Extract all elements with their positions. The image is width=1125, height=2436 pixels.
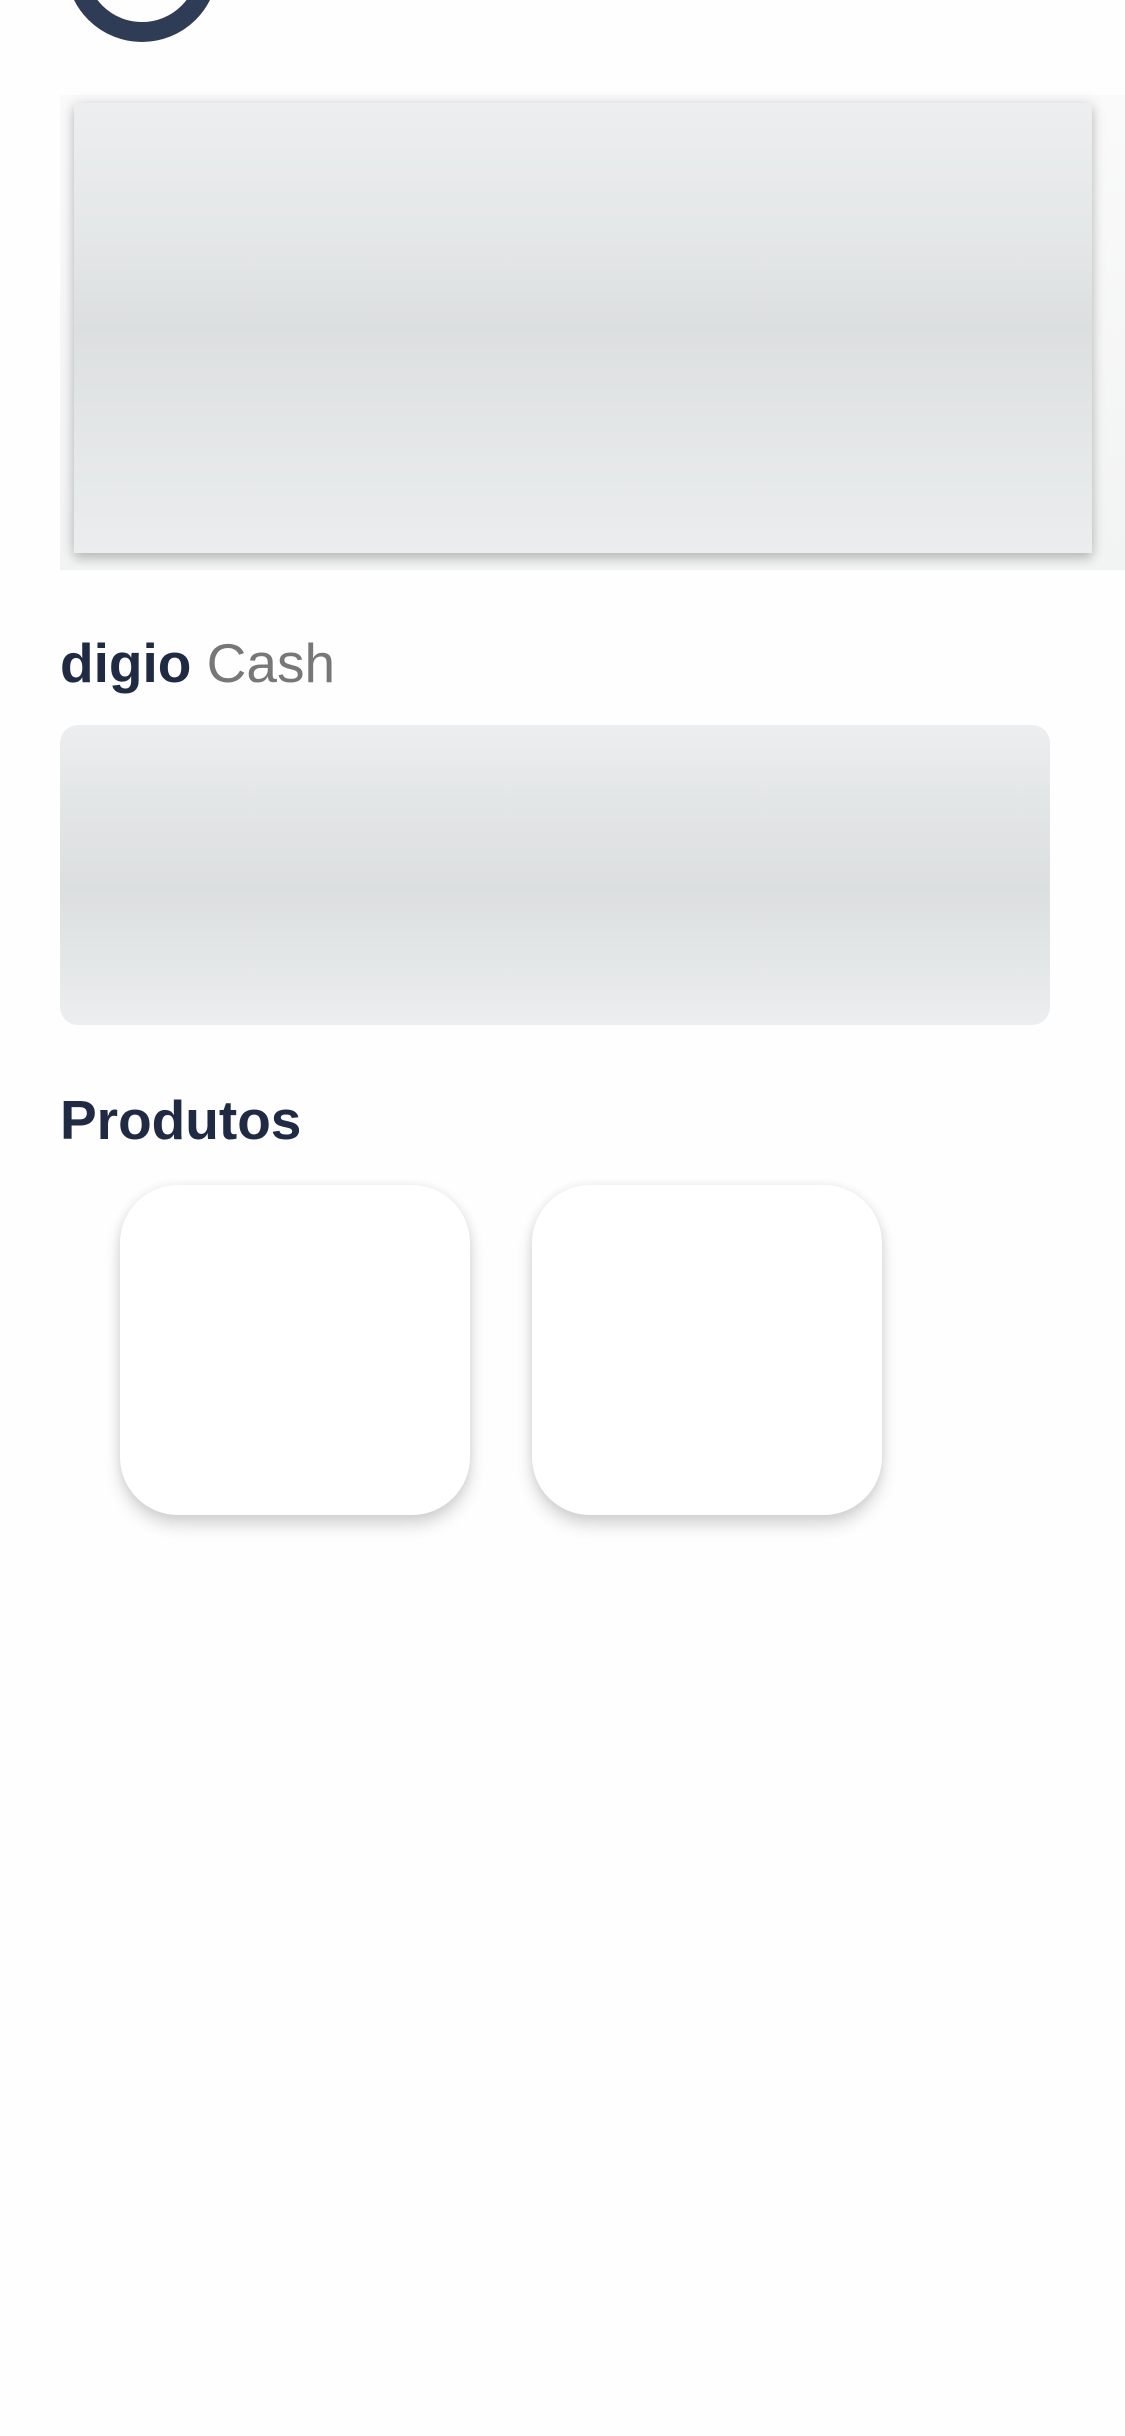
cash-brand-label: digio [60,632,192,694]
cash-section-title: digio Cash [60,628,335,698]
product-card[interactable] [532,1185,882,1515]
products-section-title: Produtos [60,1089,302,1151]
profile-avatar-icon[interactable] [66,0,218,42]
cash-word-label: Cash [206,632,336,694]
banner-area [60,95,1125,570]
home-screen: digio Cash Produtos [0,0,1125,2436]
cash-card-placeholder[interactable] [60,725,1050,1025]
banner-card-placeholder[interactable] [74,103,1092,553]
product-card[interactable] [120,1185,470,1515]
